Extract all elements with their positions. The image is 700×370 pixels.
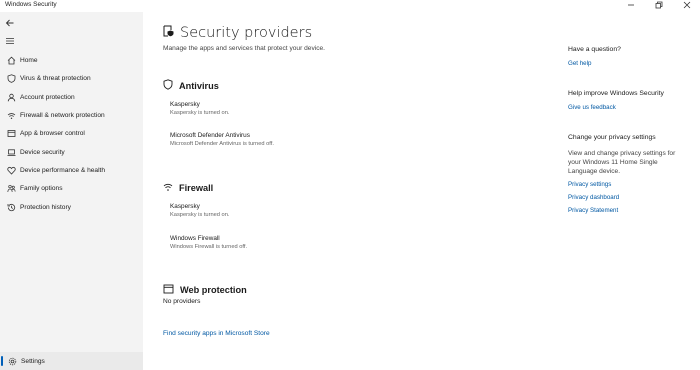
privacy-description: View and change privacy settings for you… [568, 150, 676, 175]
back-arrow-icon [5, 19, 14, 27]
sidebar-item-firewall-network-protection[interactable]: Firewall & network protection [0, 107, 143, 123]
privacy-dashboard-link[interactable]: Privacy dashboard [568, 194, 619, 201]
person-icon [4, 90, 18, 104]
close-button[interactable] [682, 0, 692, 10]
provider-item: Microsoft Defender Antivirus Microsoft D… [170, 132, 274, 147]
restore-button[interactable] [654, 0, 664, 10]
sidebar-item-label: Device performance & health [20, 166, 106, 174]
wifi-signal-icon [4, 108, 18, 122]
close-icon [683, 1, 691, 9]
provider-name: Kaspersky [170, 101, 200, 108]
no-providers-text: No providers [163, 298, 201, 305]
privacy-settings-link[interactable]: Privacy settings [568, 181, 611, 188]
sidebar-item-home[interactable]: Home [0, 52, 143, 68]
antivirus-section-header: Antivirus [163, 77, 219, 95]
family-icon [4, 181, 18, 195]
sidebar-item-device-security[interactable]: Device security [0, 144, 143, 160]
sidebar: Home Virus & threat protection Account p… [0, 12, 143, 370]
browser-window-icon [163, 281, 174, 299]
sidebar-item-label: Device security [20, 148, 65, 156]
main-content: Security providers Manage the apps and s… [143, 12, 700, 370]
window-title: Windows Security [5, 1, 57, 8]
minimize-icon [628, 4, 634, 6]
laptop-icon [4, 145, 18, 159]
shield-icon [163, 77, 173, 95]
sidebar-item-device-performance-health[interactable]: Device performance & health [0, 162, 143, 178]
minimize-button[interactable] [626, 0, 636, 10]
page-title: Security providers [180, 25, 313, 41]
sidebar-item-settings[interactable]: Settings [0, 352, 143, 370]
firewall-section-header: Firewall [163, 179, 213, 197]
sidebar-item-label: App & browser control [20, 129, 85, 137]
section-title: Antivirus [179, 81, 219, 91]
window-controls [626, 0, 692, 10]
provider-item: Kaspersky Kaspersky is turned on. [170, 203, 229, 218]
web-protection-section-header: Web protection [163, 281, 247, 299]
app-window-icon [4, 126, 18, 140]
provider-status: Microsoft Defender Antivirus is turned o… [170, 141, 274, 147]
sidebar-item-app-browser-control[interactable]: App & browser control [0, 125, 143, 141]
page-header: Security providers [163, 24, 312, 42]
provider-status: Windows Firewall is turned off. [170, 244, 248, 250]
shield-icon [4, 71, 18, 85]
back-button[interactable] [4, 17, 16, 29]
selection-indicator [1, 356, 3, 366]
provider-name: Kaspersky [170, 203, 200, 210]
sidebar-item-label: Family options [20, 184, 63, 192]
provider-status: Kaspersky is turned on. [170, 212, 230, 218]
improve-heading: Help improve Windows Security [568, 90, 664, 97]
provider-name: Windows Firewall [170, 235, 220, 242]
sidebar-item-label: Settings [21, 357, 45, 365]
provider-status: Kaspersky is turned on. [170, 110, 230, 116]
privacy-heading: Change your privacy settings [568, 134, 656, 141]
hamburger-icon [6, 38, 14, 44]
microsoft-store-link[interactable]: Find security apps in Microsoft Store [163, 330, 270, 337]
sidebar-item-family-options[interactable]: Family options [0, 180, 143, 196]
sidebar-item-label: Account protection [20, 93, 75, 101]
sidebar-item-label: Home [20, 56, 38, 64]
sidebar-item-account-protection[interactable]: Account protection [0, 89, 143, 105]
home-icon [4, 53, 18, 67]
section-title: Firewall [179, 183, 214, 193]
menu-button[interactable] [4, 35, 16, 47]
section-title: Web protection [180, 285, 247, 295]
privacy-statement-link[interactable]: Privacy Statement [568, 207, 618, 214]
get-help-link[interactable]: Get help [568, 60, 591, 67]
provider-item: Kaspersky Kaspersky is turned on. [170, 101, 229, 116]
provider-name: Microsoft Defender Antivirus [170, 132, 250, 139]
history-icon [4, 200, 18, 214]
question-heading: Have a question? [568, 46, 621, 53]
gear-icon [5, 354, 19, 368]
sidebar-item-virus-threat-protection[interactable]: Virus & threat protection [0, 70, 143, 86]
page-subtitle: Manage the apps and services that protec… [163, 45, 326, 52]
wifi-signal-icon [163, 179, 173, 197]
feedback-link[interactable]: Give us feedback [568, 104, 616, 111]
provider-item: Windows Firewall Windows Firewall is tur… [170, 235, 247, 250]
sidebar-item-label: Virus & threat protection [20, 74, 91, 82]
security-providers-icon [163, 24, 174, 42]
sidebar-item-label: Protection history [20, 203, 71, 211]
sidebar-item-label: Firewall & network protection [20, 111, 105, 119]
heart-icon [4, 163, 18, 177]
restore-icon [655, 1, 663, 9]
sidebar-item-protection-history[interactable]: Protection history [0, 199, 143, 215]
